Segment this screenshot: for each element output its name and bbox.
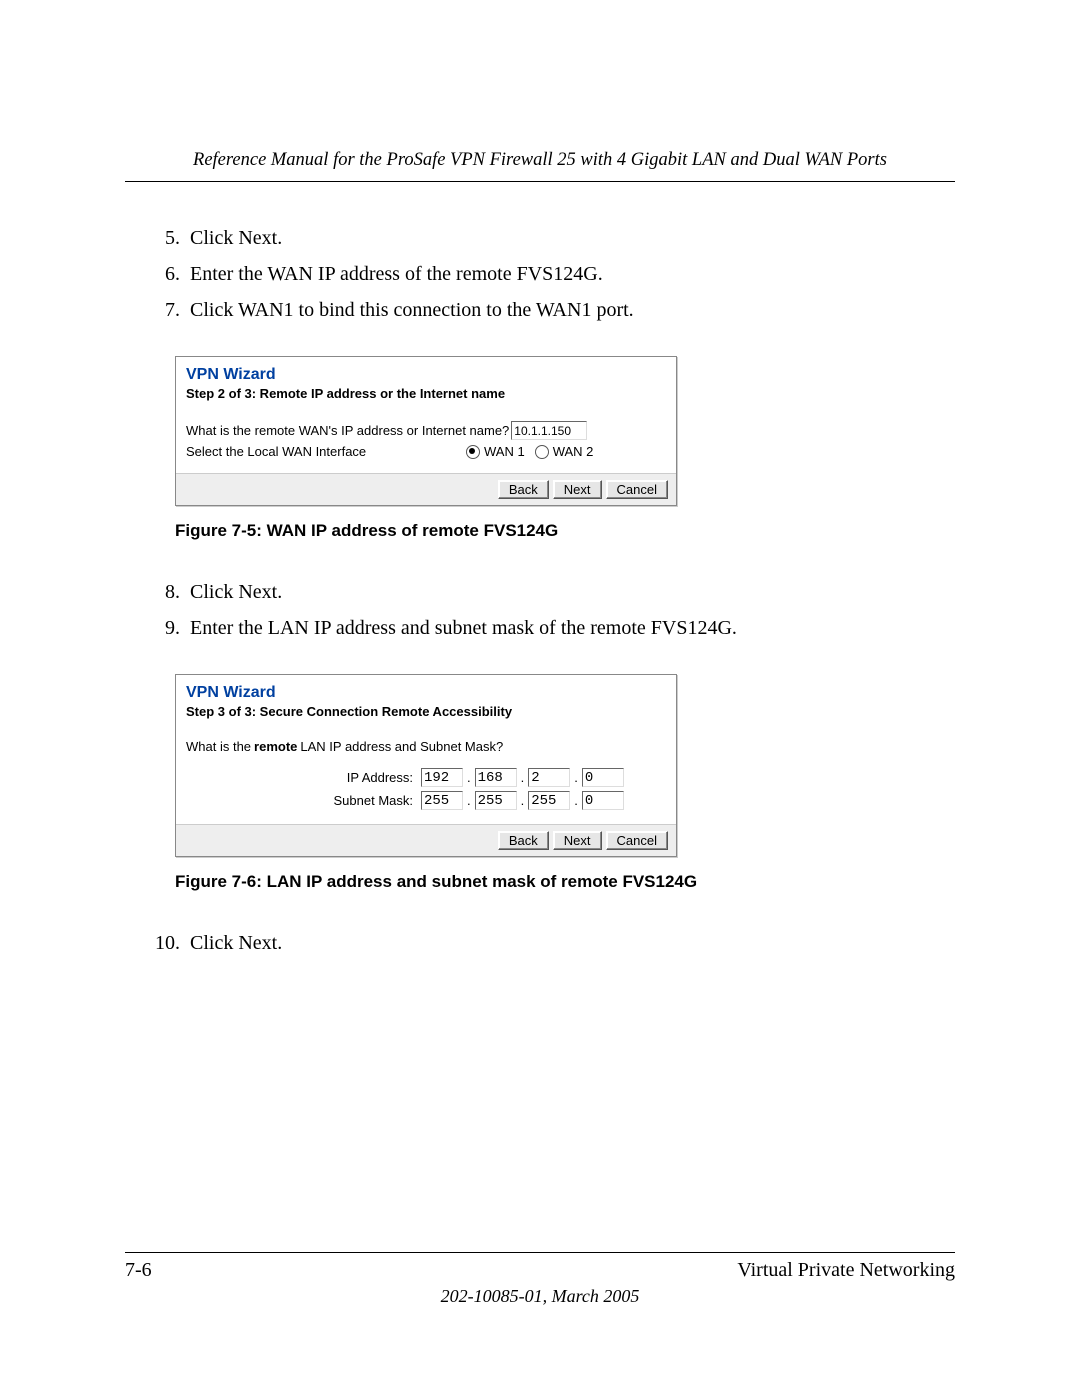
ip-octet-2[interactable] xyxy=(475,768,517,787)
page-number: 7-6 xyxy=(125,1259,152,1282)
instruction-list-3: Click Next. xyxy=(125,927,955,959)
figure-7-5-caption: Figure 7-5: WAN IP address of remote FVS… xyxy=(175,521,955,541)
step-5: Click Next. xyxy=(185,222,955,254)
wizard-title: VPN Wizard xyxy=(186,684,666,702)
ip-octet-1[interactable] xyxy=(421,768,463,787)
wizard-subtitle: Step 3 of 3: Secure Connection Remote Ac… xyxy=(186,704,666,719)
wan2-radio[interactable]: WAN 2 xyxy=(535,444,594,459)
step-9: Enter the LAN IP address and subnet mask… xyxy=(185,612,955,644)
vpn-wizard-step3-panel: VPN Wizard Step 3 of 3: Secure Connectio… xyxy=(175,674,677,857)
page-footer: 7-6 Virtual Private Networking 202-10085… xyxy=(125,1252,955,1307)
vpn-wizard-step2-panel: VPN Wizard Step 2 of 3: Remote IP addres… xyxy=(175,356,677,506)
step-10: Click Next. xyxy=(185,927,955,959)
remote-wan-question-row: What is the remote WAN's IP address or I… xyxy=(186,421,666,440)
next-button[interactable]: Next xyxy=(553,831,602,850)
wan1-radio[interactable]: WAN 1 xyxy=(466,444,525,459)
mask-octet-3[interactable] xyxy=(528,791,570,810)
ip-address-label: IP Address: xyxy=(186,770,421,785)
cancel-button[interactable]: Cancel xyxy=(606,831,668,850)
remote-lan-question: What is the remote LAN IP address and Su… xyxy=(186,739,666,754)
back-button[interactable]: Back xyxy=(498,480,549,499)
wizard-subtitle: Step 2 of 3: Remote IP address or the In… xyxy=(186,386,666,401)
local-wan-interface-label: Select the Local WAN Interface xyxy=(186,444,466,459)
instruction-list-1: Click Next. Enter the WAN IP address of … xyxy=(125,222,955,326)
mask-octet-1[interactable] xyxy=(421,791,463,810)
step-8: Click Next. xyxy=(185,576,955,608)
local-wan-interface-row: Select the Local WAN Interface WAN 1 WAN… xyxy=(186,444,666,459)
ip-octet-3[interactable] xyxy=(528,768,570,787)
radio-selected-icon xyxy=(466,445,480,459)
mask-octet-2[interactable] xyxy=(475,791,517,810)
remote-wan-ip-input[interactable] xyxy=(511,421,587,440)
remote-wan-question-label: What is the remote WAN's IP address or I… xyxy=(186,423,509,438)
back-button[interactable]: Back xyxy=(498,831,549,850)
mask-octet-4[interactable] xyxy=(582,791,624,810)
section-name: Virtual Private Networking xyxy=(737,1259,955,1282)
ip-octet-4[interactable] xyxy=(582,768,624,787)
wizard-title: VPN Wizard xyxy=(186,366,666,384)
step-6: Enter the WAN IP address of the remote F… xyxy=(185,258,955,290)
ip-address-row: IP Address: . . . xyxy=(186,768,666,787)
subnet-mask-row: Subnet Mask: . . . xyxy=(186,791,666,810)
document-header: Reference Manual for the ProSafe VPN Fir… xyxy=(125,150,955,182)
next-button[interactable]: Next xyxy=(553,480,602,499)
cancel-button[interactable]: Cancel xyxy=(606,480,668,499)
wan2-radio-label: WAN 2 xyxy=(553,444,594,459)
wan1-radio-label: WAN 1 xyxy=(484,444,525,459)
radio-unselected-icon xyxy=(535,445,549,459)
subnet-mask-label: Subnet Mask: xyxy=(186,793,421,808)
document-id: 202-10085-01, March 2005 xyxy=(125,1286,955,1307)
step-7: Click WAN1 to bind this connection to th… xyxy=(185,294,955,326)
figure-7-6-caption: Figure 7-6: LAN IP address and subnet ma… xyxy=(175,872,955,892)
instruction-list-2: Click Next. Enter the LAN IP address and… xyxy=(125,576,955,644)
